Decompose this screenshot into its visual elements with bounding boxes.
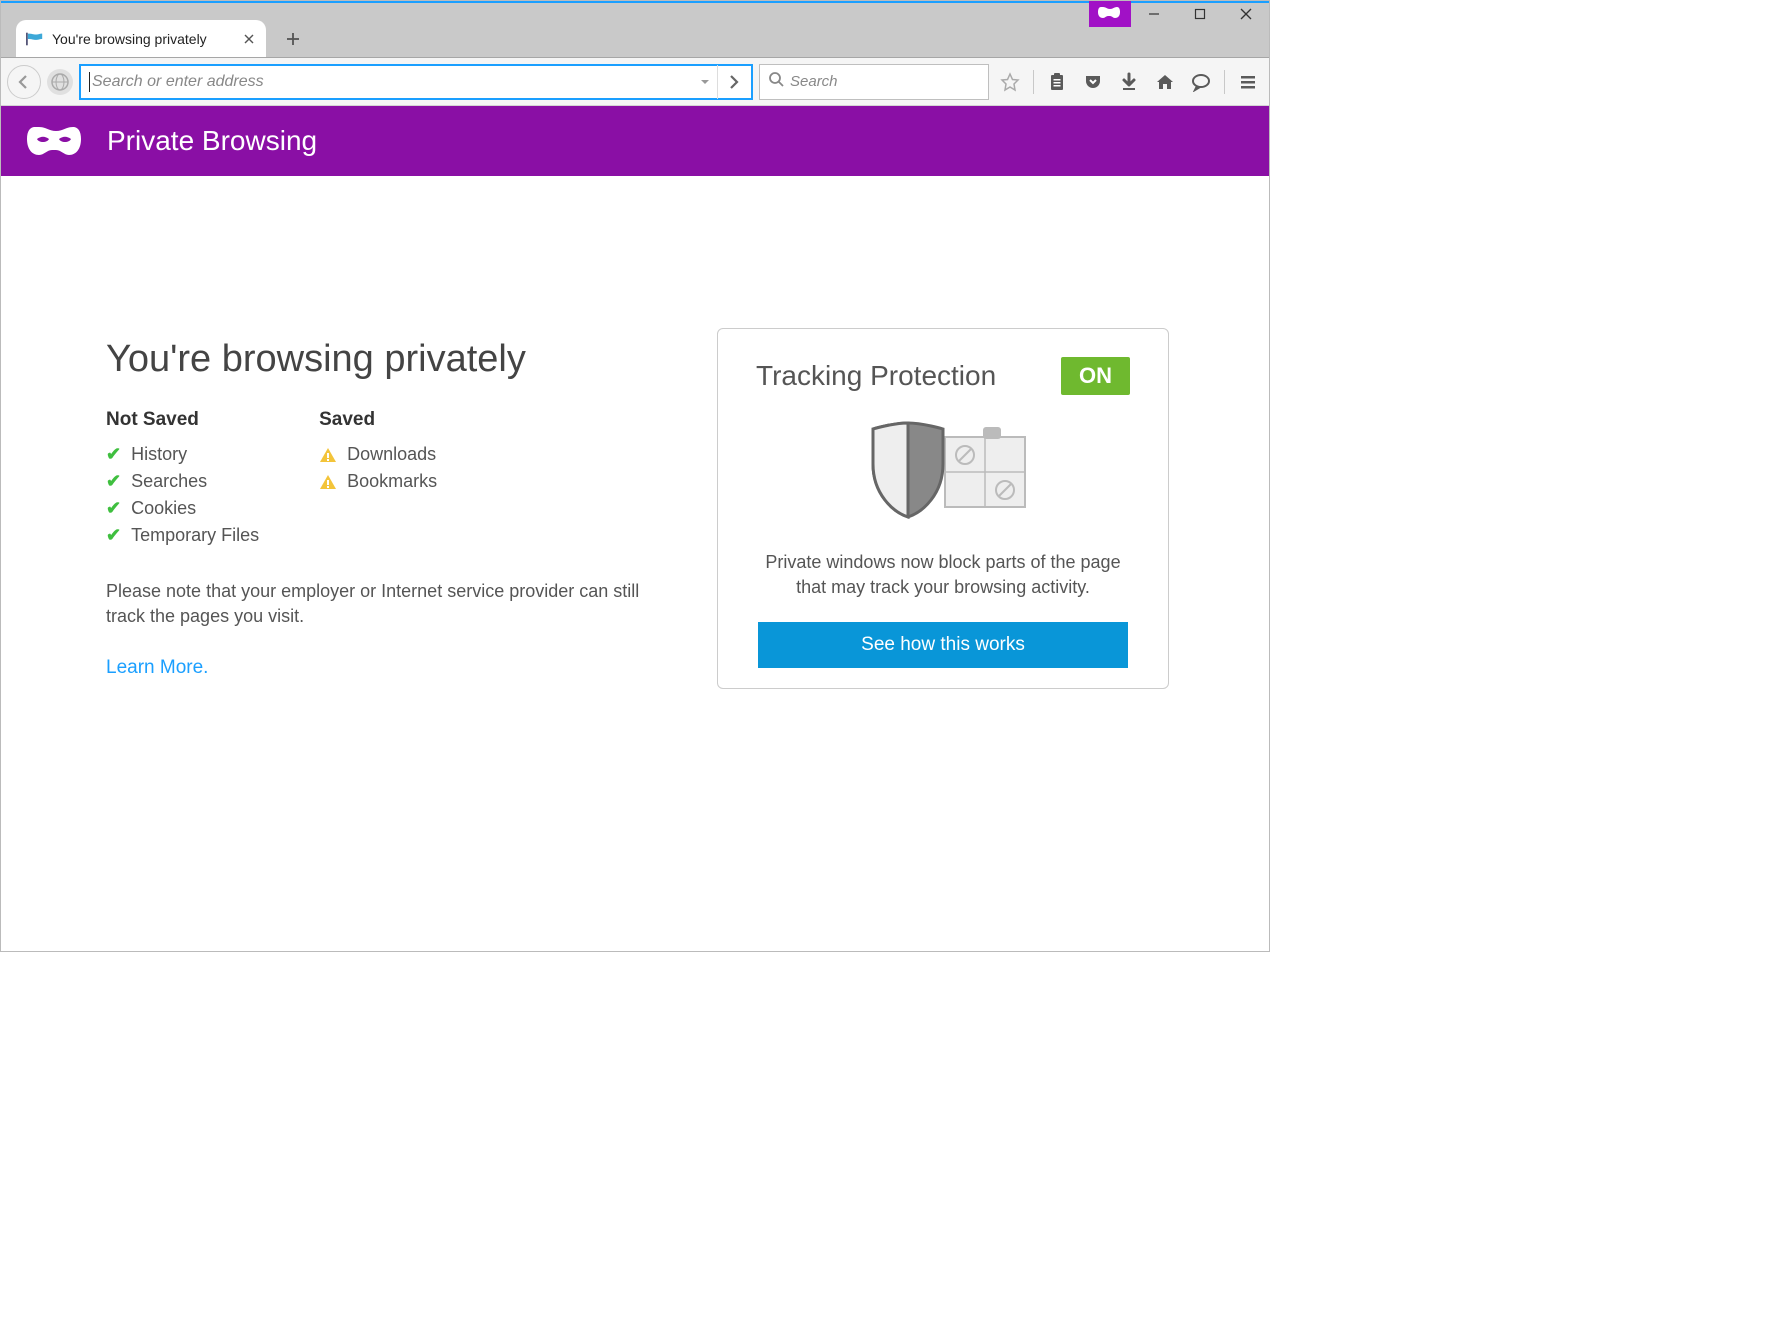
url-input[interactable] [92, 73, 693, 91]
check-icon: ✔ [106, 471, 121, 492]
new-tab-button[interactable] [278, 24, 308, 54]
header-title: Private Browsing [107, 125, 317, 157]
search-bar[interactable] [759, 64, 989, 100]
check-icon: ✔ [106, 525, 121, 546]
private-indicator-badge [1089, 1, 1131, 27]
list-item-label: History [131, 444, 187, 465]
list-item-label: Cookies [131, 498, 196, 519]
warning-icon [319, 473, 337, 491]
shield-illustration [738, 415, 1148, 525]
window-maximize-button[interactable] [1177, 1, 1223, 27]
saved-list: Downloads Bookmarks [319, 441, 437, 495]
clipboard-icon[interactable] [1042, 67, 1072, 97]
menu-icon[interactable] [1233, 67, 1263, 97]
list-item: Bookmarks [319, 468, 437, 495]
separator [1033, 70, 1034, 94]
separator [1224, 70, 1225, 94]
private-browsing-header: Private Browsing [1, 106, 1269, 176]
tab-close-button[interactable] [240, 30, 258, 48]
list-item-label: Temporary Files [131, 525, 259, 546]
check-icon: ✔ [106, 444, 121, 465]
list-item-label: Searches [131, 471, 207, 492]
mask-icon [27, 121, 81, 161]
card-description: Private windows now block parts of the p… [738, 550, 1148, 600]
back-button[interactable] [7, 65, 41, 99]
not-saved-list: ✔ History ✔ Searches ✔ Cookies ✔ Temporary File… [106, 441, 259, 549]
chat-icon[interactable] [1186, 67, 1216, 97]
list-item: Downloads [319, 441, 437, 468]
nav-toolbar [1, 58, 1269, 106]
search-icon [768, 71, 784, 92]
go-button[interactable] [717, 65, 747, 99]
bookmark-star-icon[interactable] [995, 67, 1025, 97]
mask-icon [26, 32, 44, 46]
warning-icon [319, 446, 337, 464]
see-how-button[interactable]: See how this works [758, 622, 1128, 668]
list-item: ✔ Cookies [106, 495, 259, 522]
url-dropdown-icon[interactable] [693, 70, 717, 94]
tab-strip: You're browsing privately [1, 1, 1269, 58]
list-item: ✔ Temporary Files [106, 522, 259, 549]
window-close-button[interactable] [1223, 1, 1269, 27]
list-item-label: Downloads [347, 444, 436, 465]
text-cursor [89, 72, 90, 92]
main-heading: You're browsing privately [106, 338, 657, 381]
not-saved-label: Not Saved [106, 409, 259, 431]
window-minimize-button[interactable] [1131, 1, 1177, 27]
list-item-label: Bookmarks [347, 471, 437, 492]
saved-label: Saved [319, 409, 437, 431]
check-icon: ✔ [106, 498, 121, 519]
list-item: ✔ History [106, 441, 259, 468]
search-input[interactable] [790, 73, 991, 90]
pocket-icon[interactable] [1078, 67, 1108, 97]
home-icon[interactable] [1150, 67, 1180, 97]
on-badge[interactable]: ON [1061, 357, 1130, 395]
browser-tab[interactable]: You're browsing privately [16, 20, 266, 57]
url-bar[interactable] [79, 64, 753, 100]
list-item: ✔ Searches [106, 468, 259, 495]
downloads-icon[interactable] [1114, 67, 1144, 97]
card-title: Tracking Protection [756, 360, 996, 392]
disclaimer-note: Please note that your employer or Intern… [106, 579, 657, 629]
globe-icon [47, 69, 73, 95]
tracking-protection-card: Tracking Protection ON Private windows n… [717, 328, 1169, 689]
tab-title: You're browsing privately [52, 31, 232, 47]
learn-more-link[interactable]: Learn More. [106, 657, 208, 678]
